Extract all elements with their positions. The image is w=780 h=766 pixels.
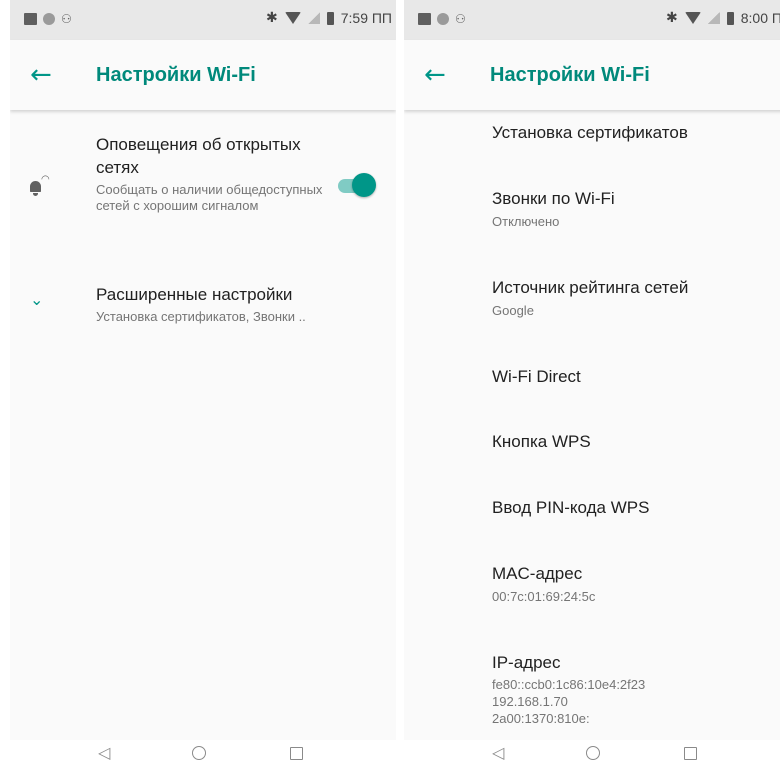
wifi-calling-item[interactable]: Звонки по Wi-Fi Отключено xyxy=(492,188,780,230)
back-triangle-icon[interactable]: ◁ xyxy=(98,743,110,762)
status-time: 7:59 ПП xyxy=(340,10,392,26)
ip-line: 2a00:1370:810e: xyxy=(492,711,590,726)
recents-square-icon[interactable] xyxy=(684,747,697,760)
install-certificates-item[interactable]: Установка сертификатов xyxy=(492,122,780,144)
no-sim-icon xyxy=(307,12,320,24)
item-title: Wi-Fi Direct xyxy=(492,367,581,386)
image-icon xyxy=(418,13,431,25)
network-rating-item[interactable]: Источник рейтинга сетей Google xyxy=(492,277,780,319)
item-summary: 00:7c:01:69:24:5c xyxy=(492,589,596,604)
status-bar: ⚇ ✱ 8:00 ПП xyxy=(404,0,780,40)
wps-pin-item[interactable]: Ввод PIN-кода WPS xyxy=(492,497,780,519)
pref-title: Оповещения об открытых сетях xyxy=(96,135,301,177)
item-title: Источник рейтинга сетей xyxy=(492,278,689,297)
circle-icon xyxy=(43,13,55,25)
battery-icon xyxy=(326,11,334,25)
screen-wifi-advanced: ⚇ ✱ 8:00 ПП ← Настройки Wi-Fi Установка … xyxy=(404,0,780,740)
page-title: Настройки Wi-Fi xyxy=(96,64,256,86)
image-icon xyxy=(24,13,37,25)
wifi-icon xyxy=(684,12,701,24)
open-networks-toggle[interactable] xyxy=(334,172,376,198)
mac-address-item: MAC-адрес 00:7c:01:69:24:5c xyxy=(492,563,780,605)
home-circle-icon[interactable] xyxy=(192,746,206,760)
arrow-left-icon[interactable]: ← xyxy=(30,60,52,90)
item-title: IP-адрес xyxy=(492,653,561,672)
people-icon: ⚇ xyxy=(61,12,72,26)
status-time: 8:00 ПП xyxy=(740,10,780,26)
wifi-icon xyxy=(284,12,301,24)
app-bar: ← Настройки Wi-Fi xyxy=(404,40,780,110)
bluetooth-icon: ✱ xyxy=(666,10,678,26)
pref-summary: Установка сертификатов, Звонки .. xyxy=(96,309,306,324)
page-title: Настройки Wi-Fi xyxy=(490,64,650,86)
ip-line: fe80::ccb0:1c86:10e4:2f23 xyxy=(492,677,646,692)
arrow-left-icon[interactable]: ← xyxy=(424,60,446,90)
navigation-bar: ◁ xyxy=(394,740,780,766)
item-title: Установка сертификатов xyxy=(492,123,688,142)
item-title: Звонки по Wi-Fi xyxy=(492,189,615,208)
open-networks-pref[interactable]: Оповещения об открытых сетях Сообщать о … xyxy=(96,133,326,214)
bell-wifi-icon: ◠ xyxy=(28,174,50,198)
item-summary: Отключено xyxy=(492,214,560,229)
circle-icon xyxy=(437,13,449,25)
back-triangle-icon[interactable]: ◁ xyxy=(492,743,504,762)
no-sim-icon xyxy=(707,12,720,24)
bluetooth-icon: ✱ xyxy=(266,10,278,26)
status-bar: ⚇ ✱ 7:59 ПП xyxy=(10,0,396,40)
advanced-settings-pref[interactable]: Расширенные настройки Установка сертифик… xyxy=(96,283,386,325)
wps-button-item[interactable]: Кнопка WPS xyxy=(492,431,780,453)
item-summary: Google xyxy=(492,303,534,318)
ip-address-item: IP-адрес fe80::ccb0:1c86:10e4:2f23 192.1… xyxy=(492,652,780,727)
ip-line: 192.168.1.70 xyxy=(492,694,568,709)
battery-icon xyxy=(726,11,734,25)
chevron-down-icon: ⌄ xyxy=(30,290,44,309)
item-title: Кнопка WPS xyxy=(492,432,591,451)
screen-wifi-settings: ⚇ ✱ 7:59 ПП ← Настройки Wi-Fi ◠ Оповещен… xyxy=(10,0,396,740)
navigation-bar: ◁ xyxy=(0,740,390,766)
people-icon: ⚇ xyxy=(455,12,466,26)
recents-square-icon[interactable] xyxy=(290,747,303,760)
item-title: Ввод PIN-кода WPS xyxy=(492,498,650,517)
app-bar: ← Настройки Wi-Fi xyxy=(10,40,396,110)
item-title: MAC-адрес xyxy=(492,564,583,583)
pref-summary: Сообщать о наличии общедоступных сетей с… xyxy=(96,182,323,213)
wifi-direct-item[interactable]: Wi-Fi Direct xyxy=(492,366,780,388)
pref-title: Расширенные настройки xyxy=(96,285,293,304)
home-circle-icon[interactable] xyxy=(586,746,600,760)
